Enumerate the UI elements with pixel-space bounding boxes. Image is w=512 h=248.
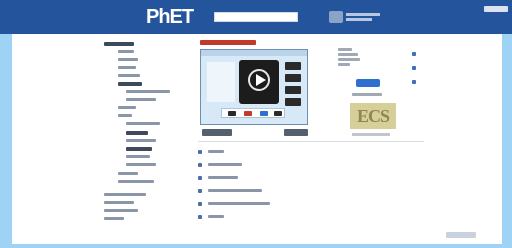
- partner-text-line: [346, 13, 380, 16]
- sim-control[interactable]: [285, 86, 301, 94]
- partner-logo-icon[interactable]: [329, 11, 343, 23]
- badge-caption: [352, 133, 390, 136]
- info-icon[interactable]: [412, 52, 416, 56]
- sidebar-item[interactable]: [118, 114, 132, 117]
- sim-title: [200, 40, 256, 45]
- site-header: PhET: [0, 0, 512, 34]
- header-corner-link[interactable]: [484, 6, 508, 12]
- sidebar-item[interactable]: [118, 50, 134, 53]
- launch-button[interactable]: [356, 79, 380, 87]
- sim-preview[interactable]: [200, 49, 308, 125]
- sidebar-item[interactable]: [126, 147, 152, 151]
- sidebar-item[interactable]: [126, 131, 148, 135]
- info-line: [338, 53, 358, 56]
- bullet-icon: [198, 189, 202, 193]
- sidebar-item[interactable]: [118, 58, 138, 61]
- footer-button[interactable]: [446, 232, 476, 238]
- sidebar-item[interactable]: [104, 217, 124, 220]
- sidebar-item[interactable]: [118, 180, 154, 183]
- sidebar-item[interactable]: [126, 163, 156, 166]
- strip-marker: [244, 111, 252, 116]
- info-line: [338, 58, 360, 61]
- info-line: [352, 93, 382, 96]
- bullet-icon: [198, 176, 202, 180]
- sidebar-item[interactable]: [104, 201, 134, 204]
- sim-left-panel: [207, 62, 235, 102]
- bullet-icon: [198, 150, 202, 154]
- sidebar-item[interactable]: [118, 66, 136, 69]
- sidebar-item[interactable]: [104, 209, 138, 212]
- search-input[interactable]: [214, 12, 298, 22]
- phet-logo[interactable]: PhET: [146, 5, 194, 29]
- sidebar-item[interactable]: [118, 172, 138, 175]
- list-item-text: [208, 150, 224, 153]
- bullet-icon: [198, 202, 202, 206]
- sim-control[interactable]: [285, 98, 301, 106]
- sidebar-item[interactable]: [118, 74, 140, 77]
- info-line: [338, 48, 352, 51]
- sidebar-item[interactable]: [126, 139, 156, 142]
- sidebar-item[interactable]: [104, 42, 134, 46]
- sidebar-item[interactable]: [126, 122, 160, 125]
- sidebar-item[interactable]: [104, 193, 146, 196]
- sim-control[interactable]: [285, 74, 301, 82]
- list-item-text: [208, 176, 238, 179]
- info-line: [338, 63, 350, 66]
- sim-bottom-strip: [221, 108, 285, 118]
- strip-marker: [274, 111, 282, 116]
- run-button[interactable]: [284, 129, 308, 136]
- ecs-badge-logo[interactable]: ECS: [350, 103, 396, 129]
- download-button[interactable]: [202, 129, 232, 136]
- list-item-text: [208, 163, 242, 166]
- play-icon[interactable]: [256, 74, 266, 86]
- sim-toolbar: [201, 50, 307, 56]
- list-item-text: [208, 202, 270, 205]
- info-icon[interactable]: [412, 66, 416, 70]
- sidebar-item[interactable]: [126, 98, 156, 101]
- sidebar-item[interactable]: [118, 106, 136, 109]
- sidebar-item[interactable]: [126, 155, 150, 158]
- sidebar-item[interactable]: [126, 90, 170, 93]
- sim-control[interactable]: [285, 62, 301, 70]
- sidebar-item[interactable]: [118, 82, 142, 86]
- list-item-text: [208, 189, 262, 192]
- bullet-icon: [198, 215, 202, 219]
- strip-marker: [228, 111, 236, 116]
- bullet-icon: [198, 163, 202, 167]
- section-divider: [198, 141, 424, 142]
- sim-screen[interactable]: [239, 60, 279, 104]
- strip-marker: [260, 111, 268, 116]
- info-icon[interactable]: [412, 80, 416, 84]
- partner-text-line: [346, 18, 372, 21]
- list-item-text: [208, 215, 224, 218]
